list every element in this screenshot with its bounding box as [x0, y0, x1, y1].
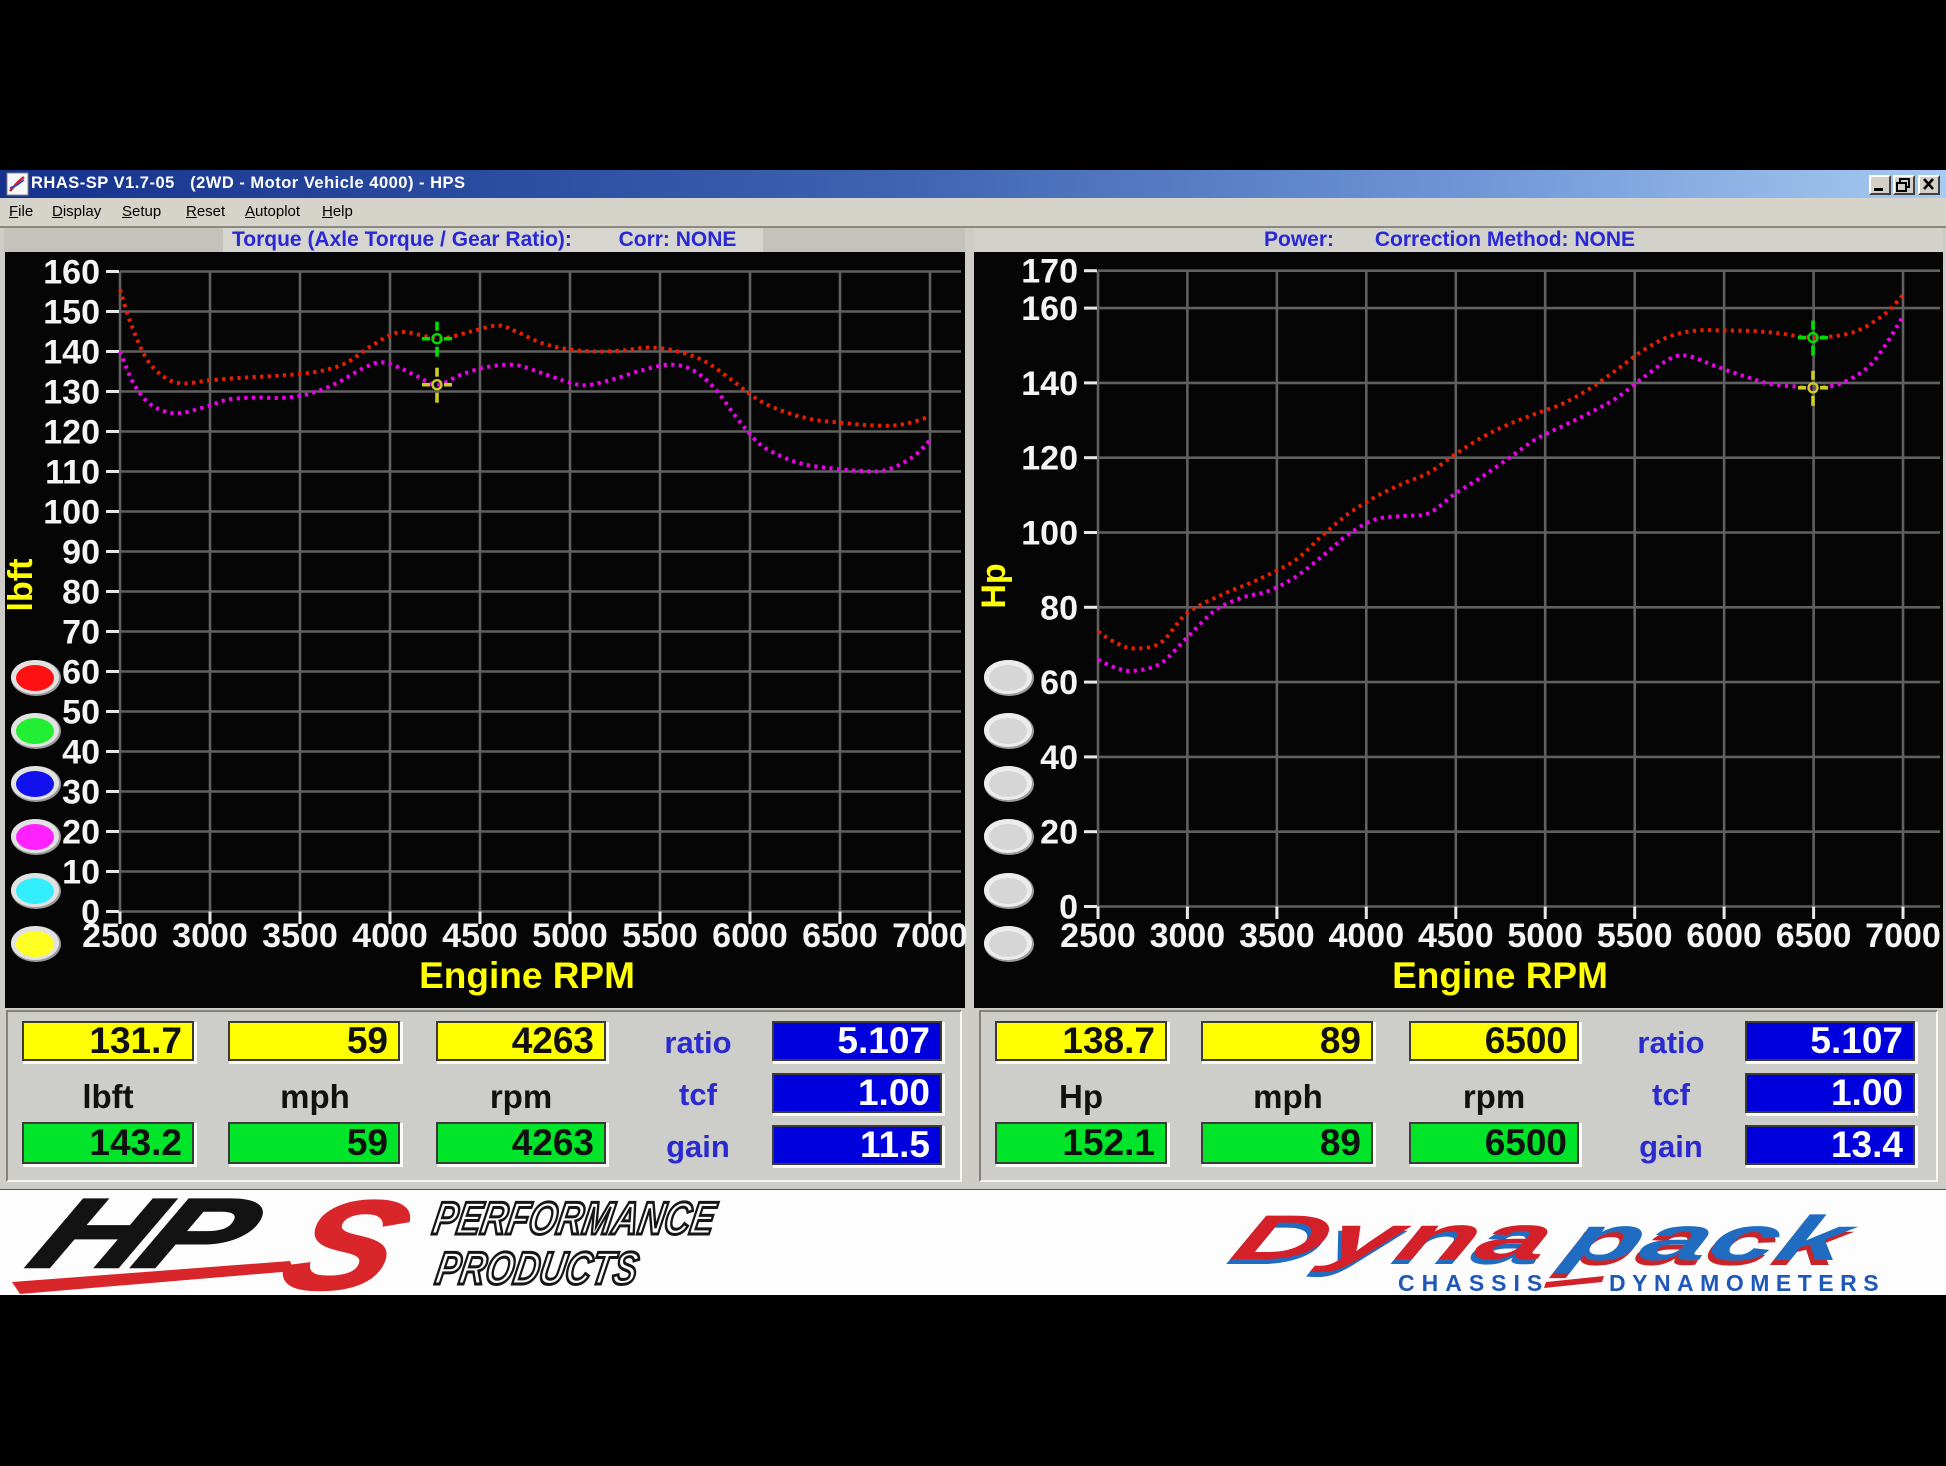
svg-text:7000: 7000 [1865, 917, 1941, 955]
svg-text:150: 150 [43, 294, 100, 332]
svg-text:10: 10 [62, 854, 100, 892]
svg-text:PERFORMANCE: PERFORMANCE [429, 1192, 720, 1244]
svg-text:120: 120 [43, 414, 100, 452]
svg-text:5500: 5500 [1597, 917, 1673, 955]
svg-text:4500: 4500 [442, 917, 518, 955]
svg-text:140: 140 [43, 334, 100, 372]
svg-text:5000: 5000 [1507, 917, 1583, 955]
svg-text:Engine RPM: Engine RPM [419, 955, 635, 996]
svg-text:PRODUCTS: PRODUCTS [432, 1242, 643, 1294]
svg-text:Engine RPM: Engine RPM [1392, 955, 1608, 996]
svg-text:lbft: lbft [2, 559, 40, 612]
svg-text:40: 40 [62, 734, 100, 772]
svg-text:60: 60 [62, 654, 100, 692]
svg-text:5000: 5000 [532, 917, 608, 955]
svg-text:170: 170 [1021, 253, 1078, 291]
svg-text:5500: 5500 [622, 917, 698, 955]
svg-text:6000: 6000 [712, 917, 788, 955]
svg-text:4000: 4000 [1328, 917, 1404, 955]
svg-text:4000: 4000 [352, 917, 428, 955]
svg-text:4500: 4500 [1418, 917, 1494, 955]
svg-text:110: 110 [45, 454, 100, 492]
svg-text:30: 30 [62, 774, 100, 812]
svg-text:140: 140 [1021, 365, 1078, 403]
svg-text:2500: 2500 [1060, 917, 1136, 955]
svg-text:Hp: Hp [975, 563, 1013, 608]
svg-text:7000: 7000 [892, 917, 968, 955]
svg-text:50: 50 [62, 694, 100, 732]
svg-text:120: 120 [1021, 440, 1078, 478]
svg-text:70: 70 [62, 614, 100, 652]
svg-text:CHASSIS: CHASSIS [1398, 1270, 1549, 1296]
svg-text:6500: 6500 [1776, 917, 1852, 955]
svg-text:2500: 2500 [82, 917, 158, 955]
svg-text:90: 90 [62, 534, 100, 572]
svg-text:pack: pack [1552, 1203, 1870, 1274]
svg-text:80: 80 [1040, 589, 1078, 627]
svg-text:6500: 6500 [802, 917, 878, 955]
svg-text:80: 80 [62, 574, 100, 612]
svg-text:130: 130 [43, 374, 100, 412]
svg-text:160: 160 [43, 254, 100, 292]
svg-text:20: 20 [62, 814, 100, 852]
svg-text:40: 40 [1040, 739, 1078, 777]
svg-text:60: 60 [1040, 664, 1078, 702]
svg-text:100: 100 [1021, 515, 1078, 553]
svg-text:S: S [261, 1189, 431, 1299]
svg-text:3000: 3000 [1150, 917, 1226, 955]
svg-text:3500: 3500 [262, 917, 338, 955]
svg-text:6000: 6000 [1686, 917, 1762, 955]
svg-text:160: 160 [1021, 290, 1078, 328]
svg-text:Dyna: Dyna [1222, 1202, 1567, 1272]
svg-text:DYNAMOMETERS: DYNAMOMETERS [1609, 1270, 1885, 1296]
svg-text:3000: 3000 [172, 917, 248, 955]
svg-text:20: 20 [1040, 814, 1078, 852]
svg-text:3500: 3500 [1239, 917, 1315, 955]
svg-text:100: 100 [43, 494, 100, 532]
